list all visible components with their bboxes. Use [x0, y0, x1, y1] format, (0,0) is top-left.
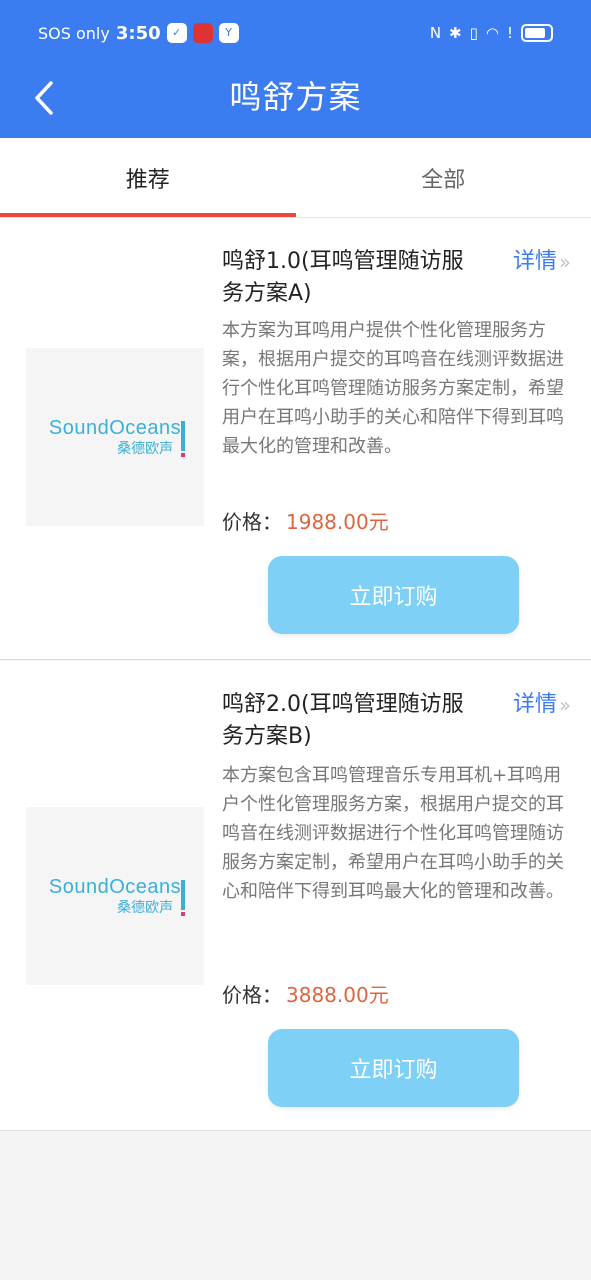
clock: 3:50 [115, 22, 161, 44]
soundoceans-logo: SoundOceans 桑德欧声 [49, 876, 186, 917]
detail-label: 详情 [512, 692, 557, 717]
app-header: SOS only 3:50 ✓ Y N ✱ ▯ ◠ ! 鸣舒方案 [0, 0, 591, 138]
plan-list: SoundOceans 桑德欧声 鸣舒1.0(耳鸣管理随访服务方案A) 详情 ›… [0, 218, 591, 1131]
app-notification-icon [192, 23, 213, 43]
detail-link[interactable]: 详情 ›› [512, 689, 571, 721]
price-label: 价格： [222, 510, 282, 534]
carrier-label: SOS only [38, 23, 110, 43]
soundoceans-logo: SoundOceans 桑德欧声 [49, 417, 186, 458]
vibrate-icon: ▯ [469, 24, 478, 42]
plan-card: SoundOceans 桑德欧声 鸣舒1.0(耳鸣管理随访服务方案A) 详情 ›… [0, 218, 591, 660]
plan-description: 本方案包含耳鸣管理音乐专用耳机+耳鸣用户个性化管理服务方案，根据用户提交的耳鸣音… [222, 765, 564, 902]
tab-recommended[interactable]: 推荐 [0, 138, 296, 217]
plan-image: SoundOceans 桑德欧声 [26, 807, 204, 985]
price-row: 价格： 3888.00元 [222, 979, 389, 1008]
price-row: 价格： 1988.00元 [222, 506, 389, 535]
battery-icon [521, 24, 553, 42]
plan-card: SoundOceans 桑德欧声 鸣舒2.0(耳鸣管理随访服务方案B) 详情 ›… [0, 661, 591, 1131]
double-chevron-right-icon: ›› [559, 693, 571, 717]
tab-bar: 推荐 全部 [0, 138, 591, 218]
price-value: 3888.00元 [286, 983, 389, 1007]
price-label: 价格： [222, 983, 282, 1007]
nfc-icon: N [429, 24, 442, 42]
wifi-icon: ◠ [485, 24, 499, 42]
detail-link[interactable]: 详情 ›› [512, 246, 571, 278]
tab-all[interactable]: 全部 [296, 138, 591, 217]
plan-image: SoundOceans 桑德欧声 [26, 348, 204, 526]
message-icon: Y [218, 23, 239, 43]
double-chevron-right-icon: ›› [559, 250, 571, 274]
bluetooth-icon: ✱ [449, 24, 462, 42]
plan-title: 鸣舒2.0(耳鸣管理随访服务方案B) [222, 692, 464, 749]
plan-description: 本方案为耳鸣用户提供个性化管理服务方案，根据用户提交的耳鸣音在线测评数据进行个性… [222, 320, 564, 457]
shield-icon: ✓ [166, 23, 187, 43]
order-now-button[interactable]: 立即订购 [268, 1029, 519, 1107]
plan-title: 鸣舒1.0(耳鸣管理随访服务方案A) [222, 249, 464, 306]
status-bar: SOS only 3:50 ✓ Y N ✱ ▯ ◠ ! [0, 0, 591, 66]
price-value: 1988.00元 [286, 510, 389, 534]
detail-label: 详情 [512, 249, 557, 274]
alert-icon: ! [506, 24, 513, 42]
page-title: 鸣舒方案 [229, 78, 362, 116]
order-now-button[interactable]: 立即订购 [268, 556, 519, 634]
